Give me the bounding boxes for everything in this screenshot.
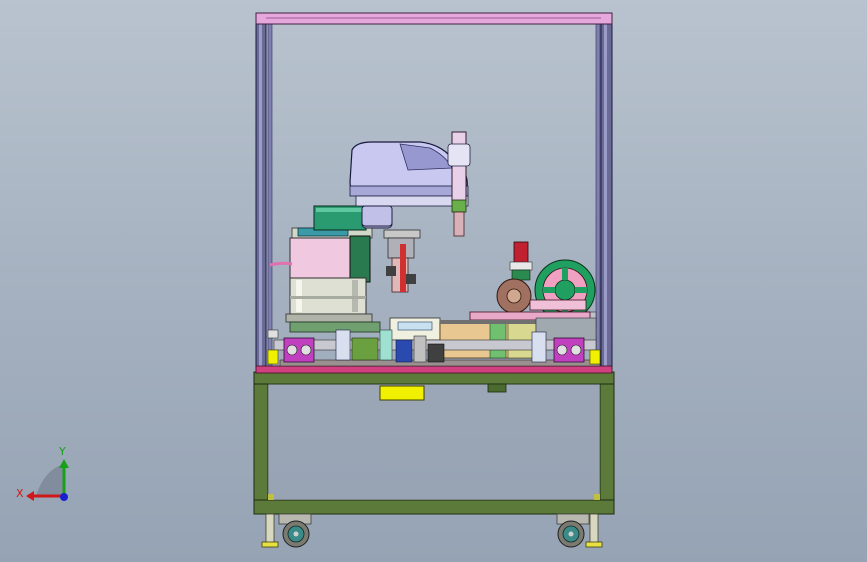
bowl-top-pink	[289, 237, 353, 279]
y-axis-label: Y	[58, 445, 66, 458]
cad-machine-view: X Y	[16, 12, 615, 548]
base-bottom-rail	[253, 499, 615, 515]
frame-inner-left-post	[267, 21, 273, 369]
table-top-plate	[255, 365, 613, 374]
bowl-feeder	[269, 227, 381, 333]
base-right-leg	[599, 383, 615, 515]
scara-robot	[313, 131, 471, 237]
base-frame	[253, 371, 615, 515]
yellow-control-box	[379, 385, 425, 401]
triad-shadow	[36, 464, 64, 496]
z-axis-dot	[60, 493, 68, 501]
robot-quill	[451, 131, 467, 203]
axis-triad: X Y	[16, 445, 69, 501]
base-left-leg	[253, 383, 269, 515]
base-inner-panel	[268, 384, 600, 500]
casters	[261, 513, 603, 548]
feeding-head	[383, 229, 421, 293]
x-axis-label: X	[16, 487, 24, 500]
base-top-rail	[253, 371, 615, 385]
frame-inner-right-post	[595, 21, 601, 369]
